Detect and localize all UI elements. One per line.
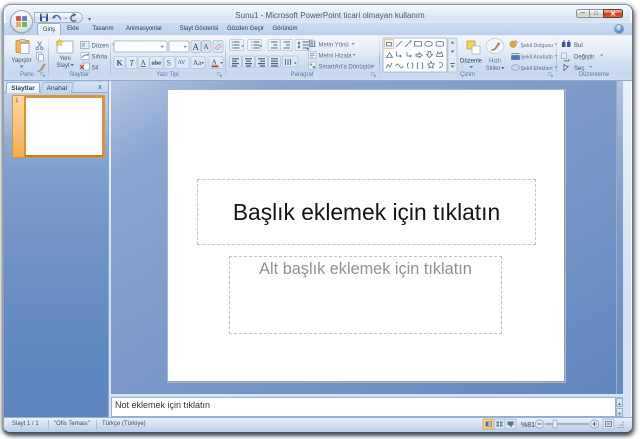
svg-text:Sil: Sil bbox=[92, 66, 99, 72]
svg-text:%81: %81 bbox=[521, 422, 535, 429]
svg-text:Hızlı: Hızlı bbox=[489, 59, 501, 65]
svg-text:Düzen: Düzen bbox=[92, 44, 109, 50]
svg-text:Şekil Anahattı: Şekil Anahattı bbox=[521, 55, 553, 61]
svg-text:Düzenle: Düzenle bbox=[460, 59, 483, 65]
svg-text:Sıfırla: Sıfırla bbox=[92, 55, 108, 61]
svg-text:A: A bbox=[212, 58, 218, 67]
svg-text:Metin Yönü: Metin Yönü bbox=[319, 43, 349, 49]
svg-text:S: S bbox=[167, 59, 171, 68]
svg-text:Aa: Aa bbox=[193, 59, 202, 67]
svg-text:Bul: Bul bbox=[574, 43, 583, 49]
svg-text:Yapıştır: Yapıştır bbox=[11, 58, 31, 64]
svg-text:Değiştir: Değiştir bbox=[574, 55, 594, 61]
svg-text:Şekil Dolgusu: Şekil Dolgusu bbox=[521, 43, 553, 49]
svg-text:Slayt: Slayt bbox=[56, 63, 70, 69]
svg-text:AV: AV bbox=[178, 60, 187, 66]
svg-text:T: T bbox=[130, 59, 135, 68]
svg-text:Yeni: Yeni bbox=[59, 56, 70, 62]
svg-text:Metni Hizala: Metni Hizala bbox=[319, 54, 353, 60]
svg-text:K: K bbox=[117, 59, 124, 68]
svg-text:abe: abe bbox=[152, 59, 162, 67]
svg-text:SmartArt'a Dönüştür: SmartArt'a Dönüştür bbox=[319, 65, 373, 71]
svg-text:A: A bbox=[193, 42, 200, 52]
svg-text:A: A bbox=[204, 43, 209, 51]
svg-text:A: A bbox=[141, 58, 147, 67]
